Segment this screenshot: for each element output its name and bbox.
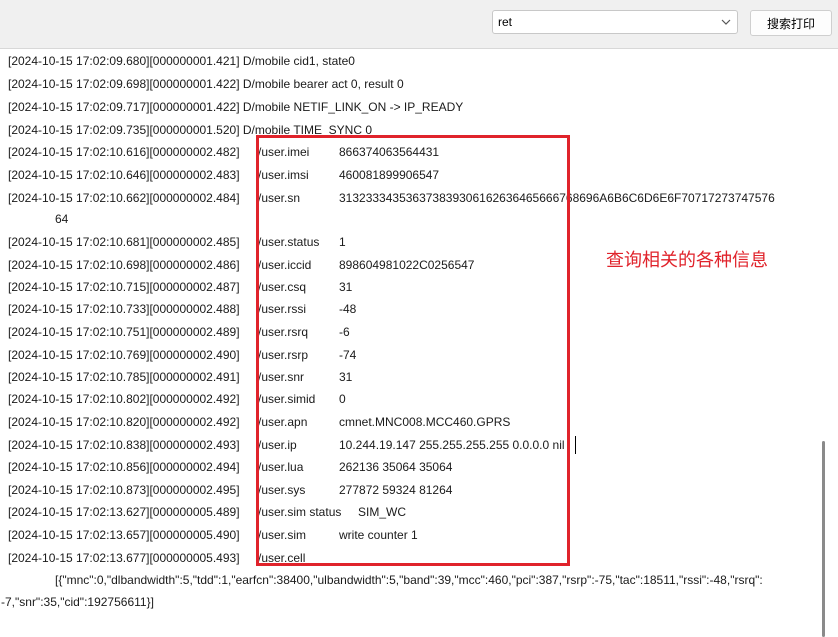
log-line: [2024-10-15 17:02:09.680][000000001.421]…: [8, 54, 355, 68]
filter-dropdown[interactable]: ret: [492, 10, 738, 34]
log-timestamp: [2024-10-15 17:02:10.856][000000002.494]: [8, 460, 240, 474]
toolbar: ret 搜索打印: [0, 0, 838, 48]
log-timestamp: [2024-10-15 17:02:10.616][000000002.482]: [8, 145, 240, 159]
log-cell-json: [{"mnc":0,"dlbandwidth":5,"tdd":1,"earfc…: [55, 573, 763, 587]
log-timestamp: [2024-10-15 17:02:10.838][000000002.493]: [8, 438, 240, 452]
log-timestamp: [2024-10-15 17:02:10.681][000000002.485]: [8, 235, 240, 249]
log-line: [2024-10-15 17:02:09.717][000000001.422]…: [8, 100, 464, 114]
log-timestamp: [2024-10-15 17:02:10.733][000000002.488]: [8, 302, 240, 316]
log-timestamp: [2024-10-15 17:02:10.820][000000002.492]: [8, 415, 240, 429]
annotation-text: 查询相关的各种信息: [606, 250, 768, 271]
text-cursor: [575, 436, 576, 454]
vertical-scrollbar[interactable]: [822, 441, 825, 637]
log-timestamp: [2024-10-15 17:02:13.657][000000005.490]: [8, 528, 240, 542]
highlight-box: [256, 135, 570, 566]
log-timestamp: [2024-10-15 17:02:10.873][000000002.495]: [8, 483, 240, 497]
log-timestamp: [2024-10-15 17:02:10.751][000000002.489]: [8, 325, 240, 339]
log-wrap: 64: [55, 212, 69, 226]
log-timestamp: [2024-10-15 17:02:10.662][000000002.484]: [8, 191, 240, 205]
chevron-down-icon: [721, 19, 731, 25]
log-line: -7,"snr":35,"cid":192756611}]: [1, 595, 154, 609]
search-print-button[interactable]: 搜索打印: [750, 10, 832, 36]
log-timestamp: [2024-10-15 17:02:10.785][000000002.491]: [8, 370, 240, 384]
log-line: [2024-10-15 17:02:09.698][000000001.422]…: [8, 77, 404, 91]
log-timestamp: [2024-10-15 17:02:10.715][000000002.487]: [8, 280, 240, 294]
log-timestamp: [2024-10-15 17:02:10.769][000000002.490]: [8, 348, 240, 362]
log-timestamp: [2024-10-15 17:02:10.646][000000002.483]: [8, 168, 240, 182]
log-timestamp: [2024-10-15 17:02:13.677][000000005.493]: [8, 551, 240, 565]
filter-value: ret: [498, 15, 513, 29]
log-timestamp: [2024-10-15 17:02:10.698][000000002.486]: [8, 258, 240, 272]
log-timestamp: [2024-10-15 17:02:10.802][000000002.492]: [8, 392, 240, 406]
log-timestamp: [2024-10-15 17:02:13.627][000000005.489]: [8, 505, 240, 519]
